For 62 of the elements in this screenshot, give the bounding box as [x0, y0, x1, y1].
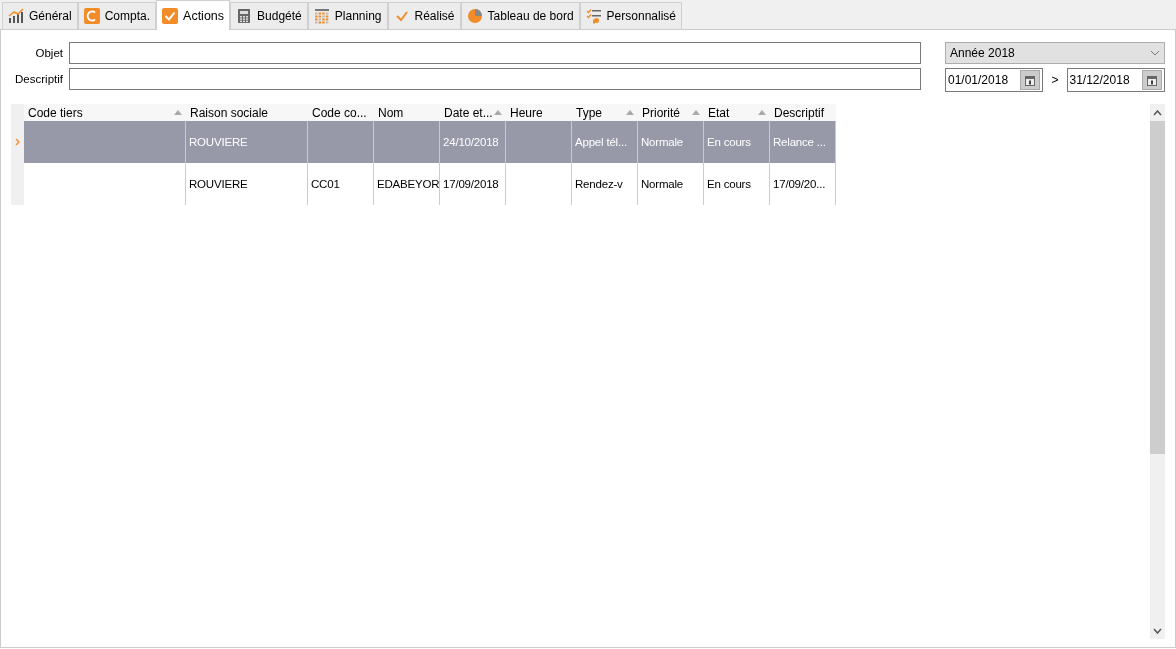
input-field[interactable]	[69, 42, 921, 64]
checklist-icon	[585, 8, 602, 24]
sort-arrow-icon	[692, 110, 700, 115]
sort-arrow-icon	[758, 110, 766, 115]
date-field[interactable]: 31/12/2018	[1066, 68, 1165, 92]
tab[interactable]: Tableau de bord	[460, 2, 580, 29]
table-cell: ROUVIERE	[189, 136, 248, 148]
column-header[interactable]: Nom	[374, 104, 440, 121]
input-field[interactable]	[69, 68, 921, 90]
field-label: Objet	[34, 47, 63, 59]
column-header[interactable]: Descriptif	[770, 104, 836, 121]
tab[interactable]: Budgété	[230, 2, 308, 29]
c-logo-icon	[83, 8, 100, 24]
table-cell: Normale	[641, 136, 684, 148]
table-cell: CC01	[311, 178, 340, 190]
tab[interactable]: Actions	[156, 0, 231, 30]
table-cell: En cours	[707, 178, 751, 190]
tab[interactable]: Compta.	[77, 2, 157, 29]
column-header[interactable]: Heure	[506, 104, 572, 121]
table-cell: Normale	[641, 178, 684, 190]
chevron-down-icon	[1150, 50, 1160, 56]
table-cell: En cours	[707, 136, 751, 148]
table-cell: Appel tél...	[575, 136, 627, 148]
tab[interactable]: Général	[2, 2, 78, 29]
table-cell: ROUVIERE	[189, 178, 248, 190]
bar-chart-icon	[8, 8, 24, 24]
tab[interactable]: Personnalisé	[579, 2, 682, 29]
tab[interactable]: Planning	[307, 2, 388, 29]
scroll-up-icon	[1153, 109, 1162, 116]
calendar-icon	[313, 8, 330, 24]
scrollbar[interactable]	[1150, 104, 1165, 639]
scroll-down-icon	[1153, 627, 1162, 634]
table-cell: 17/09/2018	[443, 178, 499, 190]
sort-arrow-icon	[626, 110, 634, 115]
column-header[interactable]: Type	[572, 104, 638, 121]
period-dropdown[interactable]: Année 2018	[945, 42, 1165, 64]
calendar-icon	[1025, 74, 1036, 86]
tab[interactable]: Réalisé	[387, 2, 461, 29]
column-header[interactable]: Priorité	[638, 104, 704, 121]
date-field[interactable]: 01/01/2018	[945, 68, 1044, 92]
column-header[interactable]: Code co...	[308, 104, 374, 121]
column-header[interactable]: Raison sociale	[186, 104, 308, 121]
table-cell: 24/10/2018	[443, 136, 499, 148]
sort-arrow-icon	[494, 110, 502, 115]
table-cell: Relance ...	[773, 136, 826, 148]
pie-chart-icon	[466, 8, 483, 24]
table-cell: 17/09/20...	[773, 178, 826, 190]
sort-arrow-icon	[174, 110, 182, 115]
column-header[interactable]: Etat	[704, 104, 770, 121]
checkbox-icon	[162, 7, 179, 24]
calculator-icon	[236, 8, 253, 24]
calendar-button[interactable]	[1020, 70, 1041, 90]
column-header[interactable]: Code tiers	[24, 104, 186, 121]
calendar-button[interactable]	[1142, 70, 1162, 90]
range-separator: >	[1051, 73, 1059, 87]
table-row[interactable]: ROUVIERE CC01 EDABEYOR 17/09/2018 Rendez-v Normale En cours 17/09/20...	[11, 163, 836, 205]
current-row-chevron-icon	[15, 138, 20, 146]
column-header[interactable]: Date et...	[440, 104, 506, 121]
calendar-icon	[1147, 74, 1157, 86]
table-cell: Rendez-v	[575, 178, 623, 190]
table-cell: EDABEYOR	[377, 178, 439, 190]
field-label: Descriptif	[14, 73, 63, 85]
